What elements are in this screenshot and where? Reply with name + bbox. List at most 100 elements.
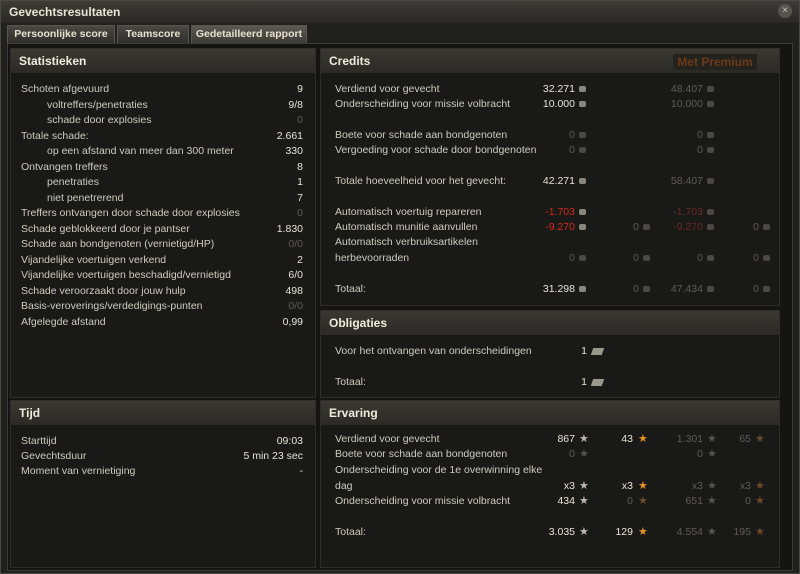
xp-premium-free: 0 (745, 495, 751, 507)
xp-star-icon: ★ (707, 433, 717, 445)
stats-label: Totale schade: (21, 130, 89, 142)
credits-label: Totaal: (335, 283, 366, 295)
xp-premium: 1.301 (676, 433, 703, 445)
premium-toggle-button[interactable]: Met Premium (673, 54, 757, 70)
stats-value: 330 (285, 145, 303, 157)
xp-star-icon: ★ (579, 448, 589, 460)
stats-row: Treffers ontvangen door schade door expl… (21, 206, 303, 221)
gold-icon (643, 255, 650, 261)
stats-row: Ontvangen treffers 8 (21, 160, 303, 175)
close-icon[interactable]: × (778, 4, 792, 18)
bond-icon (590, 348, 605, 355)
credits-icon (707, 255, 714, 261)
credits-label: Boete voor schade aan bondgenoten (335, 129, 508, 141)
time-row: Moment van vernietiging - (21, 464, 303, 479)
gold-icon (763, 224, 770, 230)
stats-heading: Statistieken (11, 49, 315, 73)
free-xp-icon: ★ (638, 480, 648, 492)
xp-row: Boete voor schade aan bondgenoten 0 ★ 0 ★ (335, 447, 765, 462)
stats-value: 498 (285, 285, 303, 297)
credits-row: Totale hoeveelheid voor het gevecht: 42.… (335, 174, 765, 189)
stats-value: 8 (297, 161, 303, 173)
gold-icon (643, 286, 650, 292)
credits-premium: 58.407 (670, 175, 703, 187)
bonds-panel: Obligaties Voor het ontvangen van onders… (320, 310, 780, 398)
xp-total-row: Totaal: 3.035 ★ 129 ★ 4.554 ★ 195 ★ (335, 525, 765, 540)
credits-base: -9.270 (545, 221, 575, 233)
credits-label: Vergoeding voor schade door bondgenoten (335, 144, 537, 156)
tab-bar: Persoonlijke score Teamscore Gedetaillee… (7, 25, 797, 43)
stats-value: 2.661 (276, 130, 303, 142)
stats-row: Totale schade: 2.661 (21, 129, 303, 144)
stats-value: 6/0 (288, 269, 303, 281)
free-xp-icon: ★ (755, 495, 765, 507)
credits-premium: 48.407 (670, 83, 703, 95)
xp-premium: 4.554 (676, 526, 703, 538)
credits-label: herbevoorraden (335, 252, 410, 264)
stats-label: niet penetrerend (47, 192, 124, 204)
credits-icon (707, 101, 714, 107)
credits-premium: 0 (697, 144, 703, 156)
xp-star-icon: ★ (707, 448, 717, 460)
xp-free: 0 (627, 495, 633, 507)
xp-row: dag x3 ★ x3 ★ x3 ★ x3 ★ (335, 479, 765, 494)
stats-label: Vijandelijke voertuigen verkend (21, 254, 167, 266)
xp-panel: Ervaring Verdiend voor gevecht 867 ★ 43 ★ … (320, 400, 780, 568)
tab-detailed-report[interactable]: Gedetailleerd rapport (191, 25, 307, 43)
credits-base: 0 (569, 129, 575, 141)
bonds-heading: Obligaties (321, 311, 779, 335)
stats-value: 0 (297, 207, 303, 219)
stats-label: Basis-veroverings/verdedigings-punten (21, 300, 203, 312)
stats-label: Schade geblokkeerd door je pantser (21, 223, 190, 235)
tab-personal-score[interactable]: Persoonlijke score (7, 25, 115, 43)
credits-label: Verdiend voor gevecht (335, 83, 440, 95)
stats-row: Schoten afgevuurd 9 (21, 82, 303, 97)
time-value: 5 min 23 sec (243, 450, 303, 462)
credits-row: Vergoeding voor schade door bondgenoten … (335, 143, 765, 158)
credits-icon (579, 178, 586, 184)
credits-icon (579, 101, 586, 107)
credits-icon (707, 147, 714, 153)
stats-row: op een afstand van meer dan 300 meter 330 (21, 144, 303, 159)
credits-icon (707, 86, 714, 92)
credits-base: 0 (569, 144, 575, 156)
credits-icon (579, 209, 586, 215)
credits-premium: 47.434 (670, 283, 703, 295)
stats-row: Basis-veroverings/verdedigings-punten 0/0 (21, 299, 303, 314)
stats-row: Schade veroorzaakt door jouw hulp 498 (21, 284, 303, 299)
xp-star-icon: ★ (579, 433, 589, 445)
tab-team-score[interactable]: Teamscore (117, 25, 189, 43)
credits-label: Automatisch voertuig repareren (335, 206, 482, 218)
title-bar: Gevechtsresultaten × (1, 1, 799, 23)
xp-premium-free: 65 (739, 433, 751, 445)
stats-value: 0/0 (288, 300, 303, 312)
free-xp-icon: ★ (638, 495, 648, 507)
credits-row: Automatisch voertuig repareren -1.703 -1… (335, 205, 765, 220)
xp-base: 3.035 (548, 526, 575, 538)
stats-value: 0/0 (288, 238, 303, 250)
battle-results-window: Gevechtsresultaten × Persoonlijke score … (0, 0, 800, 574)
xp-star-icon: ★ (707, 526, 717, 538)
stats-row: Vijandelijke voertuigen verkend 2 (21, 253, 303, 268)
time-panel: Tijd Starttijd 09:03 Gevechtsduur 5 min 23… (10, 400, 316, 568)
stats-value: 0 (297, 114, 303, 126)
credits-premium: 0 (697, 129, 703, 141)
xp-label: dag (335, 480, 353, 492)
time-label: Moment van vernietiging (21, 465, 136, 477)
stats-row: Schade aan bondgenoten (vernietigd/HP) 0/… (21, 237, 303, 252)
xp-star-icon: ★ (707, 495, 717, 507)
stats-label: Schoten afgevuurd (21, 83, 110, 95)
credits-base-gold: 0 (633, 252, 639, 264)
stats-value: 0,99 (282, 316, 303, 328)
credits-icon (579, 255, 586, 261)
credits-icon (707, 178, 714, 184)
xp-base: 0 (569, 448, 575, 460)
xp-star-icon: ★ (579, 526, 589, 538)
xp-star-icon: ★ (707, 480, 717, 492)
time-row: Gevechtsduur 5 min 23 sec (21, 449, 303, 464)
xp-label: Verdiend voor gevecht (335, 433, 440, 445)
bonds-row: Voor het ontvangen van onderscheidingen … (335, 344, 765, 359)
bonds-value: 1 (581, 376, 587, 388)
credits-icon (707, 224, 714, 230)
xp-star-icon: ★ (579, 495, 589, 507)
